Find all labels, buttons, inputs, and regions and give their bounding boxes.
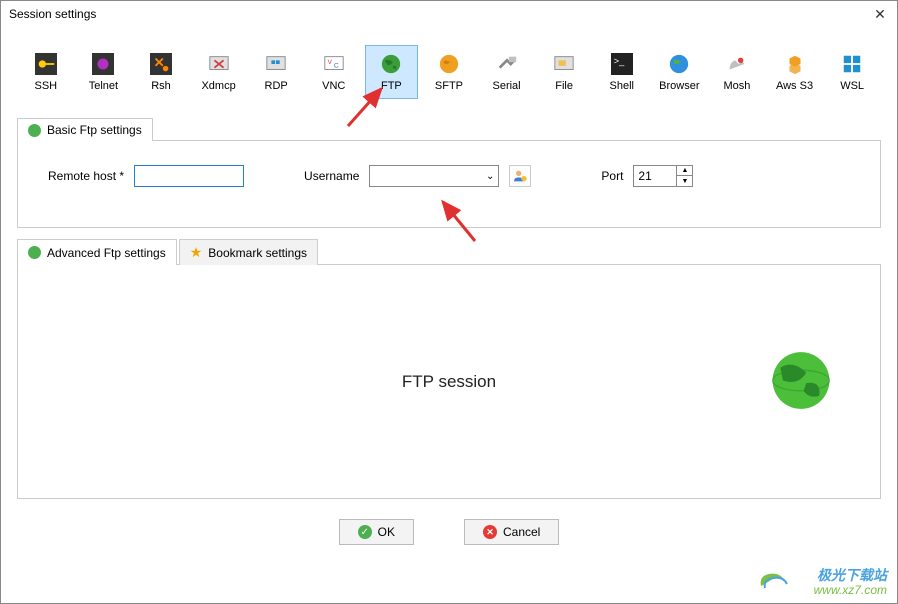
protocol-mosh[interactable]: Mosh — [710, 45, 764, 99]
globe-icon — [379, 52, 403, 76]
protocol-browser[interactable]: Browser — [653, 45, 707, 99]
telnet-icon — [91, 52, 115, 76]
protocol-label: Serial — [492, 80, 520, 92]
protocol-label: Browser — [659, 80, 699, 92]
ok-label: OK — [378, 525, 395, 539]
cancel-button[interactable]: ✕ Cancel — [464, 519, 559, 545]
protocol-label: Xdmcp — [201, 80, 235, 92]
wsl-icon — [840, 52, 864, 76]
protocol-vnc[interactable]: VC VNC — [307, 45, 361, 99]
protocol-telnet[interactable]: Telnet — [77, 45, 131, 99]
spinner-up[interactable]: ▲ — [677, 166, 692, 176]
user-icon — [512, 168, 528, 184]
check-icon: ✓ — [358, 525, 372, 539]
globe-small-icon — [28, 124, 41, 137]
close-button[interactable]: ✕ — [871, 5, 889, 23]
advanced-panel: FTP session — [17, 265, 881, 499]
protocol-label: Mosh — [723, 80, 750, 92]
mosh-icon — [725, 52, 749, 76]
protocol-aws[interactable]: Aws S3 — [768, 45, 822, 99]
protocol-label: Shell — [610, 80, 634, 92]
ok-button[interactable]: ✓ OK — [339, 519, 414, 545]
tab-basic-ftp[interactable]: Basic Ftp settings — [17, 118, 153, 141]
button-row: ✓ OK ✕ Cancel — [1, 519, 897, 545]
protocol-shell[interactable]: >_ Shell — [595, 45, 649, 99]
star-icon: ★ — [190, 244, 203, 261]
svg-text:V: V — [327, 59, 332, 66]
serial-icon — [495, 52, 519, 76]
advanced-section: Advanced Ftp settings ★ Bookmark setting… — [17, 238, 881, 499]
port-field: ▲ ▼ — [633, 165, 693, 187]
tab-label: Advanced Ftp settings — [47, 246, 166, 260]
protocol-sftp[interactable]: SFTP — [422, 45, 476, 99]
protocol-label: File — [555, 80, 573, 92]
xdmcp-icon — [207, 52, 231, 76]
svg-text:C: C — [334, 63, 339, 70]
shell-icon: >_ — [610, 52, 634, 76]
remote-host-input[interactable] — [134, 165, 244, 187]
file-icon — [552, 52, 576, 76]
globe-large-icon — [770, 349, 832, 414]
protocol-ssh[interactable]: SSH — [19, 45, 73, 99]
protocol-label: SSH — [34, 80, 57, 92]
protocol-serial[interactable]: Serial — [480, 45, 534, 99]
watermark-swirl-icon — [757, 566, 791, 597]
user-manage-button[interactable] — [509, 165, 531, 187]
basic-section: Basic Ftp settings Remote host * Usernam… — [17, 117, 881, 228]
username-label: Username — [304, 169, 359, 183]
svg-text:>_: >_ — [613, 56, 624, 66]
watermark: 极光下载站 www.xz7.com — [814, 568, 887, 597]
watermark-line1: 极光下载站 — [814, 568, 887, 583]
tab-label: Bookmark settings — [208, 246, 307, 260]
tab-label: Basic Ftp settings — [47, 123, 142, 137]
spinner-down[interactable]: ▼ — [677, 176, 692, 186]
sftp-icon — [437, 52, 461, 76]
vnc-icon: VC — [322, 52, 346, 76]
session-body-text: FTP session — [402, 372, 496, 392]
titlebar: Session settings ✕ — [1, 1, 897, 27]
protocol-label: Rsh — [151, 80, 171, 92]
protocol-label: WSL — [840, 80, 864, 92]
protocol-ftp[interactable]: FTP — [365, 45, 419, 99]
port-input[interactable] — [633, 165, 677, 187]
key-icon — [34, 52, 58, 76]
protocol-xdmcp[interactable]: Xdmcp — [192, 45, 246, 99]
window-title: Session settings — [9, 7, 96, 21]
protocol-label: Telnet — [89, 80, 118, 92]
username-combo[interactable]: ⌄ — [369, 165, 499, 187]
tab-advanced-ftp[interactable]: Advanced Ftp settings — [17, 239, 177, 265]
watermark-line2: www.xz7.com — [814, 584, 887, 597]
basic-tab-header: Basic Ftp settings — [17, 117, 881, 141]
protocol-rdp[interactable]: RDP — [249, 45, 303, 99]
rdp-icon — [264, 52, 288, 76]
protocol-label: RDP — [265, 80, 288, 92]
protocol-label: VNC — [322, 80, 345, 92]
cross-icon: ✕ — [483, 525, 497, 539]
port-label: Port — [601, 169, 623, 183]
browser-icon — [667, 52, 691, 76]
tab-bookmark[interactable]: ★ Bookmark settings — [179, 239, 318, 265]
globe-small-icon — [28, 246, 41, 259]
protocol-label: FTP — [381, 80, 402, 92]
chevron-down-icon: ⌄ — [486, 171, 494, 182]
port-spinner: ▲ ▼ — [677, 165, 693, 187]
rsh-icon — [149, 52, 173, 76]
protocol-wsl[interactable]: WSL — [825, 45, 879, 99]
basic-panel: Remote host * Username ⌄ Port ▲ ▼ — [17, 141, 881, 228]
protocol-row: SSH Telnet Rsh Xdmcp RDP VC VNC FTP — [1, 27, 897, 107]
cancel-label: Cancel — [503, 525, 540, 539]
protocol-file[interactable]: File — [537, 45, 591, 99]
aws-icon — [783, 52, 807, 76]
protocol-label: SFTP — [435, 80, 463, 92]
remote-host-label: Remote host * — [48, 169, 124, 183]
protocol-label: Aws S3 — [776, 80, 813, 92]
advanced-tab-header: Advanced Ftp settings ★ Bookmark setting… — [17, 238, 881, 265]
protocol-rsh[interactable]: Rsh — [134, 45, 188, 99]
